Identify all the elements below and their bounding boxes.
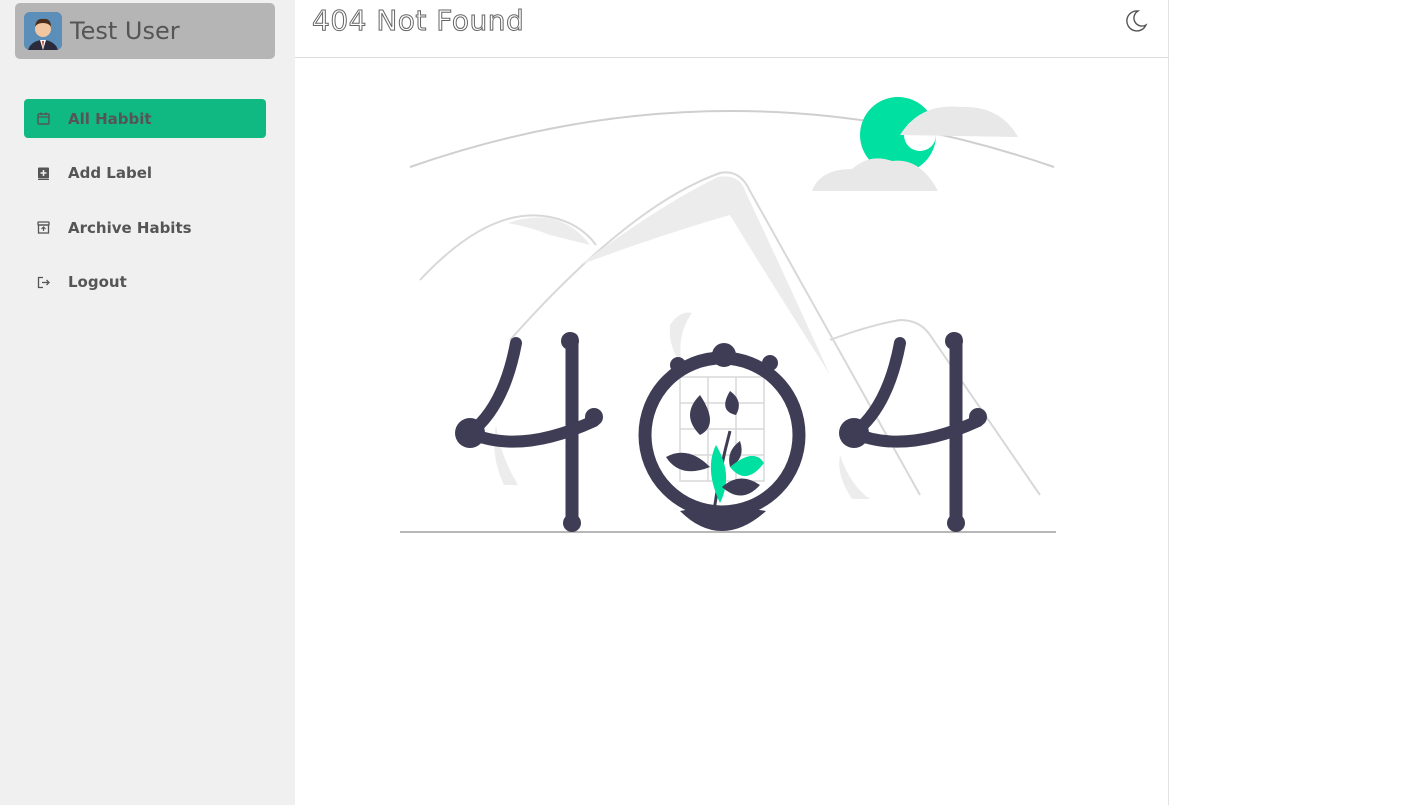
sidebar-item-label: Archive Habits (68, 218, 192, 237)
sidebar-item-label: Add Label (68, 164, 153, 182)
main-content: 404 Not Found (295, 0, 1169, 805)
page-title: 404 Not Found (311, 4, 525, 38)
avatar (24, 12, 62, 50)
not-found-illustration (400, 95, 1060, 535)
user-profile[interactable]: Test User (15, 3, 275, 59)
sidebar-item-add-label[interactable]: Add Label (24, 154, 266, 193)
user-name: Test User (70, 17, 180, 45)
404-illustration-icon (400, 97, 1056, 533)
sidebar-item-label: All Habbit (68, 109, 152, 128)
logout-icon (36, 275, 50, 289)
sidebar: Test User All Habbit Add Label Archive H… (0, 0, 295, 805)
header: 404 Not Found (295, 0, 1169, 58)
sidebar-item-label: Logout (68, 273, 127, 291)
sidebar-item-archive-habits[interactable]: Archive Habits (24, 208, 266, 247)
user-avatar-icon (24, 12, 62, 50)
sidebar-nav: All Habbit Add Label Archive Habits Logo… (24, 99, 266, 317)
add-box-icon (36, 166, 50, 180)
sidebar-item-all-habbit[interactable]: All Habbit (24, 99, 266, 138)
calendar-icon (36, 112, 50, 126)
archive-icon (36, 221, 50, 235)
sidebar-item-logout[interactable]: Logout (24, 263, 266, 302)
moon-icon[interactable] (1123, 8, 1149, 34)
